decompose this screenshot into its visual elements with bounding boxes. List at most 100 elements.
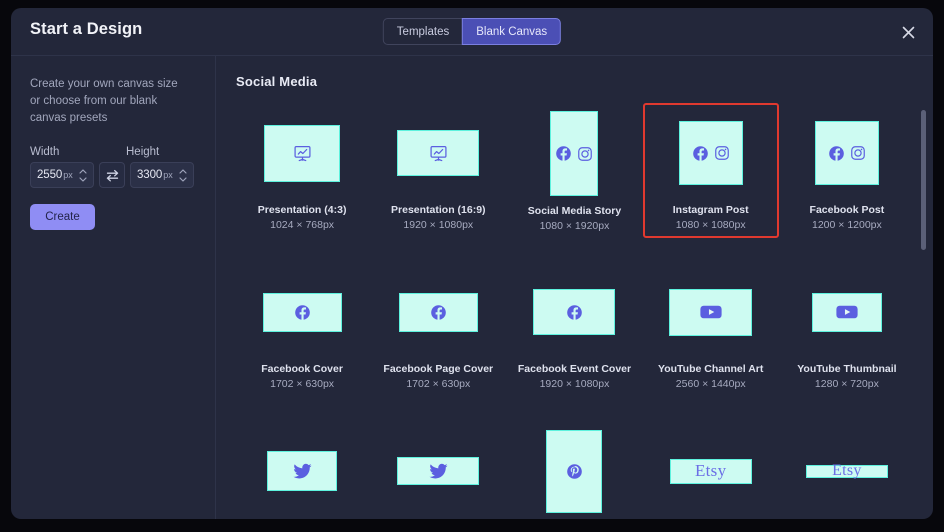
presets-panel: Social Media Presentation (4:3)1024 × 76… [216, 56, 933, 519]
preset-name: Social Media Story [528, 205, 621, 218]
preset-card[interactable]: Presentation (4:3)1024 × 768px [234, 103, 370, 238]
preset-thumbnail-wrap [785, 111, 909, 195]
create-button[interactable]: Create [30, 204, 95, 230]
preset-card[interactable]: EtsyEtsy Mini Banner3360 × 448px [779, 421, 915, 519]
preset-thumbnail [669, 289, 752, 336]
preset-thumbnail-wrap [240, 270, 364, 354]
mode-tabs: Templates Blank Canvas [383, 18, 561, 45]
preset-thumbnail-wrap [240, 111, 364, 195]
presentation-chart-icon [429, 144, 448, 163]
preset-thumbnail [397, 457, 479, 485]
preset-name: YouTube Channel Art [658, 363, 763, 376]
preset-card[interactable]: Instagram Post1080 × 1080px [643, 103, 779, 238]
width-value: 2550 [37, 169, 62, 181]
preset-thumbnail-wrap [649, 270, 773, 354]
preset-card[interactable]: Facebook Event Cover 1920 × 1080px [506, 262, 642, 397]
preset-thumbnail-wrap [512, 111, 636, 196]
preset-name: Facebook Event Cover [518, 363, 631, 376]
page-title: Start a Design [30, 20, 142, 39]
facebook-icon [828, 145, 845, 162]
preset-name: Presentation (16:9) [391, 204, 486, 217]
preset-thumbnail [550, 111, 598, 196]
preset-card[interactable]: Presentation (16:9) 1920 × 1080px [370, 103, 506, 238]
preset-dimensions: 1920 × 1080px [540, 378, 610, 391]
start-a-design-modal: Start a Design Templates Blank Canvas Cr… [11, 8, 933, 519]
modal-body: Create your own canvas size or choose fr… [11, 56, 933, 519]
youtube-icon [700, 304, 722, 320]
preset-name: YouTube Thumbnail [797, 363, 896, 376]
preset-card[interactable]: Facebook Cover 1702 × 630px [234, 262, 370, 397]
height-unit: px [163, 170, 173, 180]
facebook-icon [555, 145, 572, 162]
custom-size-panel: Create your own canvas size or choose fr… [11, 56, 216, 519]
preset-name: Instagram Post [673, 204, 749, 217]
height-input[interactable]: 3300 px [130, 162, 194, 188]
panel-description: Create your own canvas size or choose fr… [30, 76, 190, 127]
facebook-icon [430, 304, 447, 321]
swap-arrows-icon [105, 169, 120, 182]
preset-dimensions: 1280 × 720px [815, 378, 879, 391]
swap-dimensions-button[interactable] [99, 162, 125, 188]
scrollbar-thumb[interactable] [921, 110, 926, 250]
height-stepper[interactable] [177, 162, 189, 188]
modal-header: Start a Design Templates Blank Canvas [11, 8, 933, 56]
instagram-icon [714, 145, 730, 161]
preset-dimensions: 1702 × 630px [270, 378, 334, 391]
preset-card[interactable]: YouTube Thumbnail 1280 × 720px [779, 262, 915, 397]
preset-thumbnail [679, 121, 743, 185]
chevron-up-icon [79, 169, 87, 174]
preset-dimensions: 2560 × 1440px [676, 378, 746, 391]
preset-card[interactable]: YouTube Channel Art 2560 × 1440px [643, 262, 779, 397]
preset-dimensions: 1920 × 1080px [403, 219, 473, 232]
preset-name: Facebook Cover [261, 363, 343, 376]
width-stepper[interactable] [77, 162, 89, 188]
preset-name: Presentation (4:3) [258, 204, 347, 217]
preset-card[interactable]: Facebook Post1200 × 1200px [779, 103, 915, 238]
preset-thumbnail [399, 293, 478, 332]
preset-dimensions: 1702 × 630px [406, 378, 470, 391]
preset-thumbnail: Etsy [670, 459, 752, 484]
preset-thumbnail [533, 289, 615, 335]
preset-dimensions: 1200 × 1200px [812, 219, 882, 232]
width-unit: px [63, 170, 73, 180]
close-icon[interactable] [897, 21, 919, 43]
vertical-scrollbar[interactable] [921, 110, 926, 511]
section-title: Social Media [236, 74, 933, 89]
chevron-up-icon [179, 169, 187, 174]
preset-card[interactable]: Twitter Post1200 × 675px [234, 421, 370, 519]
preset-thumbnail: Etsy [806, 465, 888, 478]
instagram-icon [850, 145, 866, 161]
preset-thumbnail-wrap: Etsy [649, 429, 773, 513]
width-input[interactable]: 2550 px [30, 162, 94, 188]
chevron-down-icon [79, 177, 87, 182]
tab-templates[interactable]: Templates [383, 18, 463, 45]
preset-thumbnail-wrap [649, 111, 773, 195]
etsy-wordmark-icon: Etsy [832, 462, 862, 480]
preset-thumbnail [815, 121, 879, 185]
preset-card[interactable]: Pinterest Pin1000 × 1500px [506, 421, 642, 519]
tab-blank-canvas[interactable]: Blank Canvas [462, 18, 561, 45]
preset-thumbnail [812, 293, 882, 332]
preset-card[interactable]: EtsyEtsy Big Banner3360 × 840px [643, 421, 779, 519]
preset-name: Facebook Page Cover [383, 363, 493, 376]
width-label: Width [30, 146, 126, 158]
chevron-down-icon [179, 177, 187, 182]
preset-grid: Presentation (4:3)1024 × 768px Presentat… [216, 103, 933, 519]
twitter-icon [429, 463, 448, 480]
preset-thumbnail-wrap [376, 270, 500, 354]
preset-card[interactable]: Social Media Story1080 × 1920px [506, 103, 642, 238]
preset-thumbnail-wrap [376, 429, 500, 513]
preset-thumbnail-wrap: Etsy [785, 429, 909, 513]
preset-thumbnail-wrap [376, 111, 500, 195]
presentation-chart-icon [293, 144, 312, 163]
preset-card[interactable]: Twitter Header1500 × 500px [370, 421, 506, 519]
preset-thumbnail [546, 430, 602, 513]
preset-thumbnail [263, 293, 342, 332]
facebook-icon [566, 304, 583, 321]
preset-card[interactable]: Facebook Page Cover 1702 × 630px [370, 262, 506, 397]
youtube-icon [836, 304, 858, 320]
preset-thumbnail-wrap [785, 270, 909, 354]
preset-thumbnail-wrap [512, 270, 636, 354]
facebook-icon [294, 304, 311, 321]
preset-thumbnail [264, 125, 340, 182]
